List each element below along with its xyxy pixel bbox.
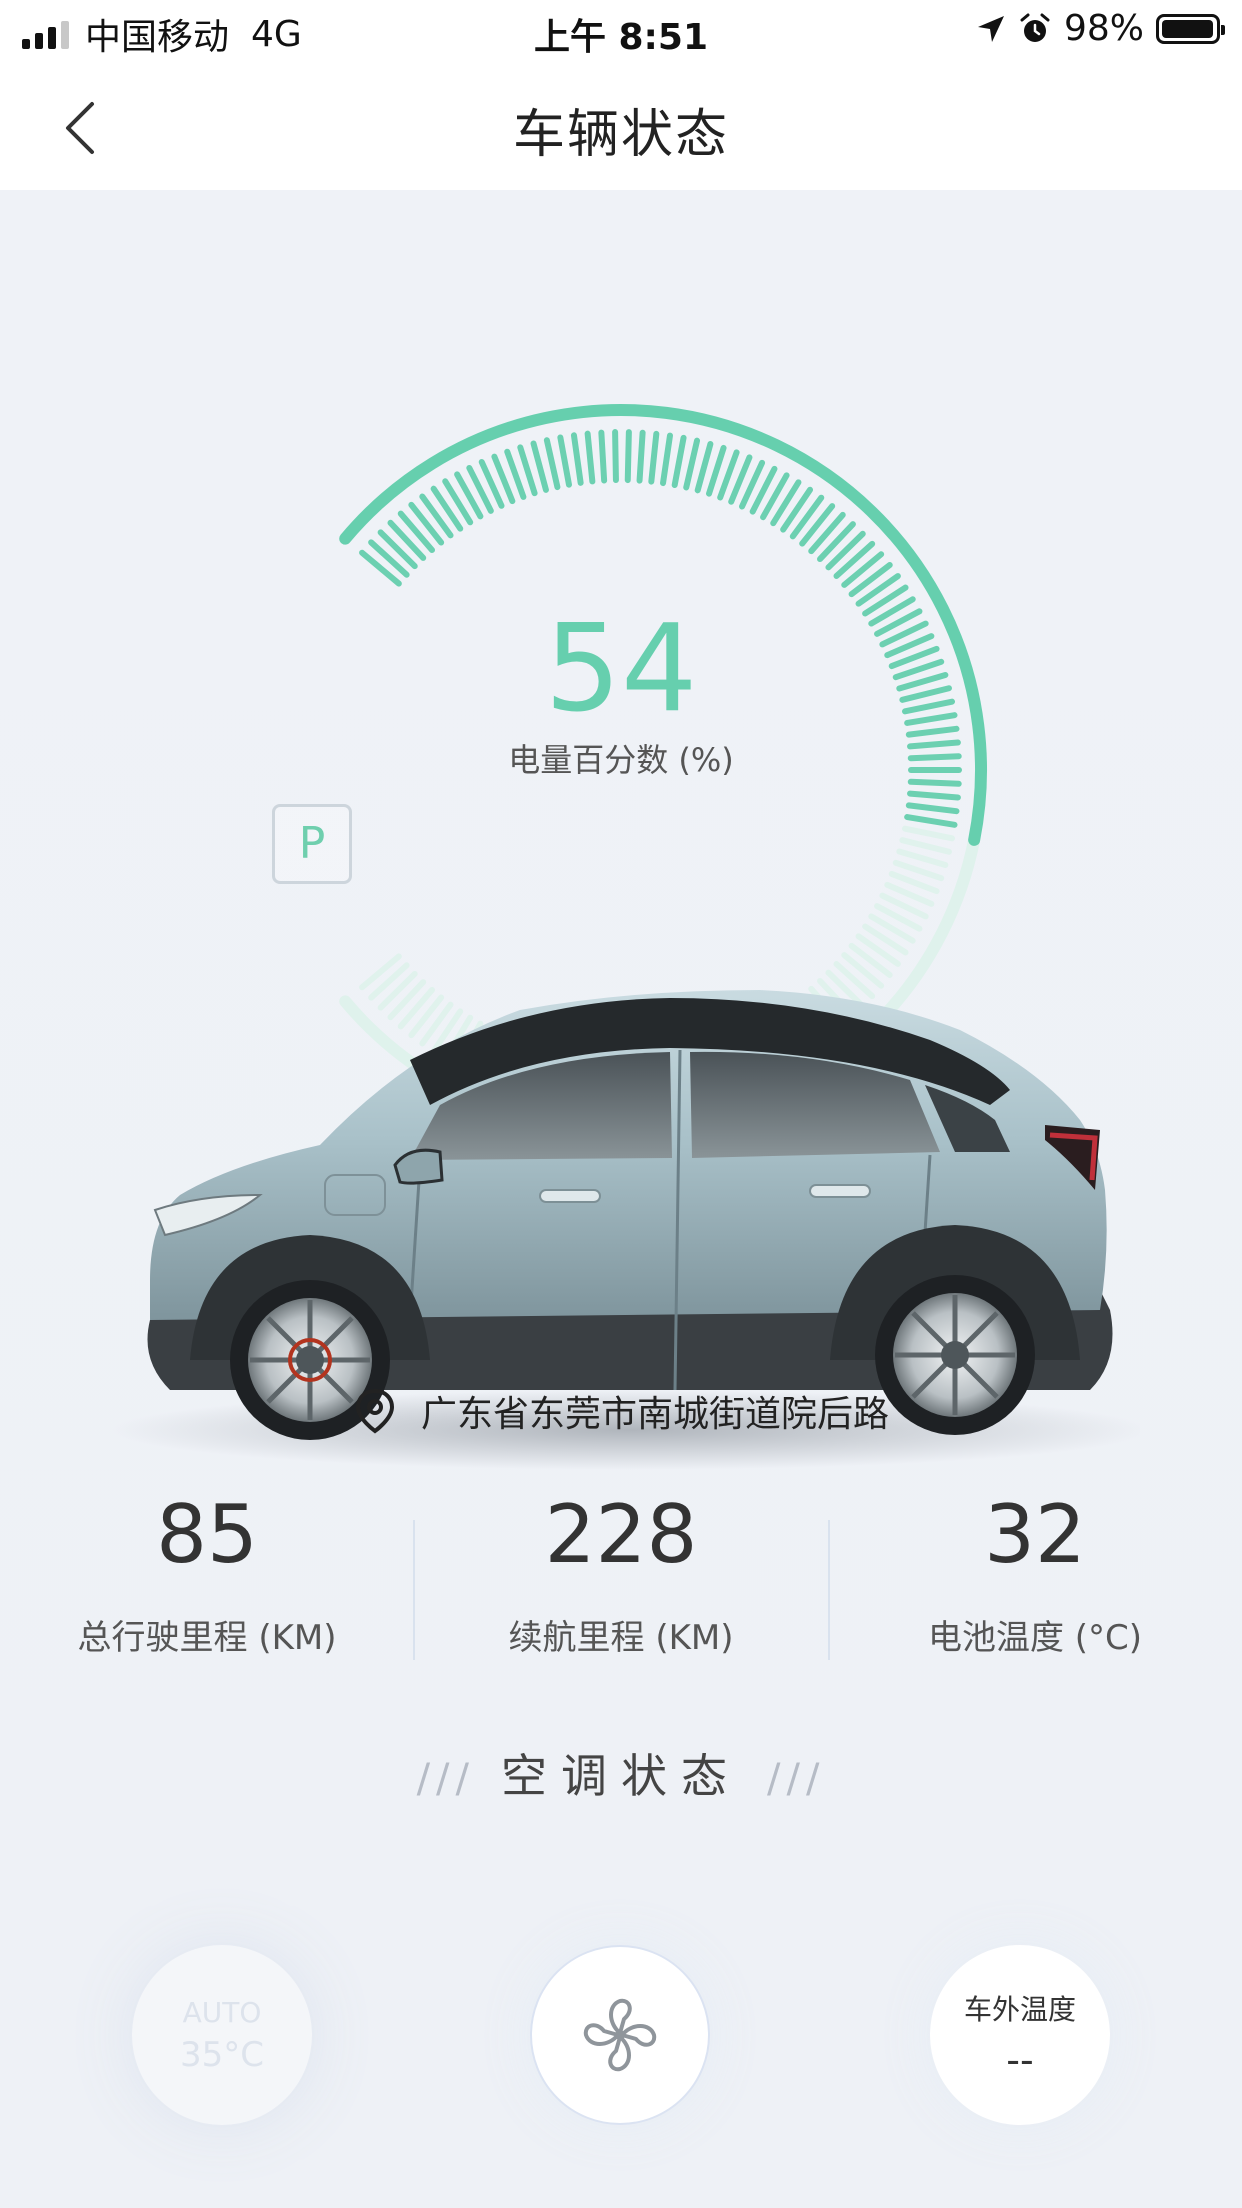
gauge-tick-active <box>660 432 673 487</box>
stat-label: 续航里程 (KM) <box>508 1618 734 1658</box>
gauge-tick-active <box>907 778 962 787</box>
gauge-tick-active <box>636 429 646 484</box>
stat-label: 总行驶里程 (KM) <box>77 1618 337 1658</box>
fan-icon <box>583 1998 657 2072</box>
main-content: 54 电量百分数 (%) P 广东省东莞市南城街道院后路 85 总行驶里程 (K… <box>0 190 1242 2208</box>
battery-percent-label: 电量百分数 (%) <box>508 741 734 779</box>
gauge-tick-active <box>904 814 958 828</box>
stat-range: 228 续航里程 (KM) <box>414 1480 828 1659</box>
gauge-tick-active <box>397 510 436 554</box>
gauge-tick-active <box>557 434 572 488</box>
status-bar: 中国移动 4G 上午 8:51 98% <box>0 0 1242 64</box>
gauge-tick-active <box>848 562 893 598</box>
stat-label: 电池温度 (°C) <box>927 1618 1143 1658</box>
ac-section-title-text: 空调状态 <box>501 1749 741 1803</box>
battery-percent-value: 54 <box>544 600 698 739</box>
gear-indicator: P <box>272 804 352 884</box>
gauge-tick-active <box>808 511 846 555</box>
location-row[interactable]: 广东省东莞市南城街道院后路 <box>0 1385 1242 1437</box>
gauge-tick-active <box>817 521 856 563</box>
title-slashes-left: /// <box>416 1756 475 1802</box>
gauge-tick-active <box>387 519 427 561</box>
location-pin-icon <box>355 1388 394 1434</box>
nav-header: 车辆状态 <box>0 64 1242 190</box>
gauge-tick-active <box>377 529 418 570</box>
ac-auto-temp: 35°C <box>179 2034 264 2075</box>
page-title: 车辆状态 <box>512 105 729 165</box>
battery-icon <box>1156 13 1225 44</box>
outside-temp-label: 车外温度 <box>963 1993 1076 2026</box>
battery-percent: 98% <box>1063 8 1144 49</box>
stat-value: 85 <box>156 1488 258 1581</box>
gauge-tick-active <box>584 430 596 485</box>
stat-battery-temp: 32 电池温度 (°C) <box>828 1480 1242 1659</box>
gauge-tick-active <box>683 437 701 491</box>
title-slashes-right: /// <box>767 1756 826 1802</box>
gauge-tick-active <box>789 494 825 540</box>
gauge-tick-active <box>543 437 561 491</box>
gauge-tick-active <box>799 503 836 547</box>
gauge-tick-active <box>408 501 445 546</box>
gauge-tick-active <box>612 429 619 484</box>
battery-fill <box>1162 19 1213 38</box>
ac-auto-button[interactable]: AUTO 35°C <box>132 1945 312 2125</box>
ac-section-title: /// 空调状态 /// <box>0 1740 1242 1806</box>
outside-temp-card: 车外温度 -- <box>930 1945 1110 2125</box>
stat-value: 228 <box>544 1488 698 1581</box>
gauge-tick-active <box>671 434 687 489</box>
location-arrow-icon <box>977 15 1004 42</box>
gauge-tick-active <box>907 790 961 801</box>
stats-row: 85 总行驶里程 (KM) 228 续航里程 (KM) 32 电池温度 (°C) <box>0 1480 1242 1670</box>
gauge-tick-active <box>648 430 660 485</box>
stat-value: 32 <box>984 1488 1086 1581</box>
gauge-tick-active <box>368 539 410 578</box>
location-address: 广东省东莞市南城街道院后路 <box>420 1394 889 1435</box>
gauge-tick-active <box>905 802 960 815</box>
gauge-tick-active <box>694 441 714 494</box>
ac-fan-button[interactable] <box>530 1945 710 2125</box>
gauge-tick-active <box>841 551 885 588</box>
gauge-tick-active <box>825 530 866 571</box>
gauge-tick-active <box>598 429 608 484</box>
gauge-tick-inactive <box>896 848 949 869</box>
gauge-tick-active <box>530 440 549 493</box>
alarm-icon <box>1020 13 1050 42</box>
gauge-tick-active <box>570 432 584 486</box>
stat-total-mileage: 85 总行驶里程 (KM) <box>0 1480 414 1659</box>
gauge-tick-active <box>624 429 632 484</box>
outside-temp-value: -- <box>1006 2038 1034 2082</box>
status-right: 98% <box>976 8 1225 49</box>
ac-auto-label: AUTO <box>182 1995 262 2029</box>
gauge-tick-active <box>359 549 402 587</box>
gauge-tick-inactive <box>899 837 952 855</box>
gauge-tick-active <box>833 540 876 579</box>
gauge-tick-inactive <box>902 825 956 842</box>
